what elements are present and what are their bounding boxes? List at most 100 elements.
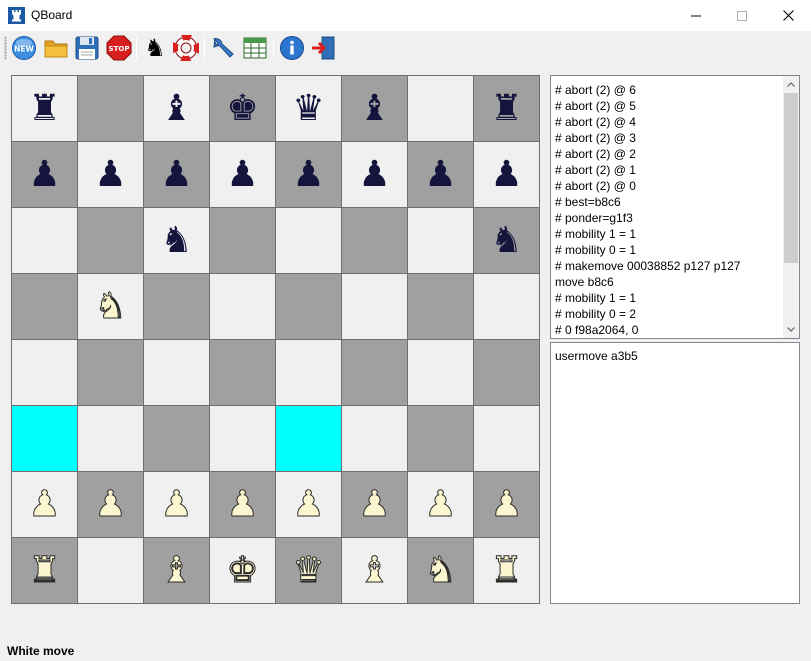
square-h2[interactable]: ♟ <box>474 472 539 537</box>
square-e8[interactable]: ♛ <box>276 76 341 141</box>
white-pawn-icon[interactable]: ♟ <box>358 486 391 523</box>
square-c3[interactable] <box>144 406 209 471</box>
square-h1[interactable]: ♜ <box>474 538 539 603</box>
square-d6[interactable] <box>210 208 275 273</box>
square-d3[interactable] <box>210 406 275 471</box>
square-f2[interactable]: ♟ <box>342 472 407 537</box>
white-pawn-icon[interactable]: ♟ <box>292 486 325 523</box>
square-a3[interactable] <box>12 406 77 471</box>
white-rook-icon[interactable]: ♜ <box>490 552 523 589</box>
white-bishop-icon[interactable]: ♝ <box>160 552 193 589</box>
square-f3[interactable] <box>342 406 407 471</box>
table-button[interactable] <box>242 35 268 61</box>
square-d5[interactable] <box>210 274 275 339</box>
square-a4[interactable] <box>12 340 77 405</box>
settings-button[interactable] <box>210 35 236 61</box>
square-b4[interactable] <box>78 340 143 405</box>
black-knight-icon[interactable]: ♞ <box>490 222 522 259</box>
square-e4[interactable] <box>276 340 341 405</box>
square-b1[interactable] <box>78 538 143 603</box>
toolbar-grip[interactable] <box>4 36 7 60</box>
engine-log[interactable]: # abort (2) @ 6 # abort (2) @ 5 # abort (2… <box>550 75 800 339</box>
black-bishop-icon[interactable]: ♝ <box>160 90 192 127</box>
square-c1[interactable]: ♝ <box>144 538 209 603</box>
scrollbar-thumb[interactable] <box>784 93 798 263</box>
command-input[interactable]: usermove a3b5 <box>550 342 800 604</box>
white-pawn-icon[interactable]: ♟ <box>28 486 61 523</box>
white-rook-icon[interactable]: ♜ <box>28 552 61 589</box>
square-a6[interactable] <box>12 208 77 273</box>
white-knight-icon[interactable]: ♞ <box>94 288 127 325</box>
square-a2[interactable]: ♟ <box>12 472 77 537</box>
new-game-button[interactable]: NEW <box>11 35 37 61</box>
square-b8[interactable] <box>78 76 143 141</box>
white-pawn-icon[interactable]: ♟ <box>490 486 523 523</box>
square-g6[interactable] <box>408 208 473 273</box>
white-bishop-icon[interactable]: ♝ <box>358 552 391 589</box>
square-e1[interactable]: ♛ <box>276 538 341 603</box>
chess-board[interactable]: ♜ ♝ ♚ ♛ ♝ ♜ ♟ ♟ ♟ ♟ ♟ ♟ ♟ ♟ ♞ ♞ ♞ ♟ ♟ ♟ ♟ ♟ ♟ ♟ ♟ ♜ ♝ ♚ ♛ ♝ ♞ ♜ <box>11 75 540 604</box>
square-a1[interactable]: ♜ <box>12 538 77 603</box>
square-d4[interactable] <box>210 340 275 405</box>
minimize-button[interactable] <box>673 0 719 31</box>
square-f1[interactable]: ♝ <box>342 538 407 603</box>
black-queen-icon[interactable]: ♛ <box>292 90 324 127</box>
square-h5[interactable] <box>474 274 539 339</box>
square-c6[interactable]: ♞ <box>144 208 209 273</box>
square-f4[interactable] <box>342 340 407 405</box>
square-b6[interactable] <box>78 208 143 273</box>
black-pawn-icon[interactable]: ♟ <box>424 156 456 193</box>
square-b7[interactable]: ♟ <box>78 142 143 207</box>
white-pawn-icon[interactable]: ♟ <box>160 486 193 523</box>
square-g1[interactable]: ♞ <box>408 538 473 603</box>
square-e6[interactable] <box>276 208 341 273</box>
square-f8[interactable]: ♝ <box>342 76 407 141</box>
square-g7[interactable]: ♟ <box>408 142 473 207</box>
square-e2[interactable]: ♟ <box>276 472 341 537</box>
exit-button[interactable] <box>310 35 336 61</box>
square-c4[interactable] <box>144 340 209 405</box>
close-button[interactable] <box>765 0 811 31</box>
square-d1[interactable]: ♚ <box>210 538 275 603</box>
white-pawn-icon[interactable]: ♟ <box>226 486 259 523</box>
square-e5[interactable] <box>276 274 341 339</box>
black-rook-icon[interactable]: ♜ <box>490 90 522 127</box>
square-c7[interactable]: ♟ <box>144 142 209 207</box>
white-queen-icon[interactable]: ♛ <box>292 552 325 589</box>
square-h3[interactable] <box>474 406 539 471</box>
scroll-down-button[interactable] <box>783 321 799 338</box>
square-h7[interactable]: ♟ <box>474 142 539 207</box>
square-e7[interactable]: ♟ <box>276 142 341 207</box>
scroll-up-button[interactable] <box>783 76 799 93</box>
square-b5[interactable]: ♞ <box>78 274 143 339</box>
square-g5[interactable] <box>408 274 473 339</box>
black-pawn-icon[interactable]: ♟ <box>358 156 390 193</box>
black-pawn-icon[interactable]: ♟ <box>292 156 324 193</box>
black-pawn-icon[interactable]: ♟ <box>160 156 192 193</box>
black-knight-icon[interactable]: ♞ <box>160 222 192 259</box>
maximize-button[interactable] <box>719 0 765 31</box>
square-h8[interactable]: ♜ <box>474 76 539 141</box>
log-scrollbar[interactable] <box>783 76 799 338</box>
square-c8[interactable]: ♝ <box>144 76 209 141</box>
black-pawn-icon[interactable]: ♟ <box>28 156 60 193</box>
square-g2[interactable]: ♟ <box>408 472 473 537</box>
square-f7[interactable]: ♟ <box>342 142 407 207</box>
white-knight-icon[interactable]: ♞ <box>424 552 457 589</box>
square-d8[interactable]: ♚ <box>210 76 275 141</box>
black-pawn-icon[interactable]: ♟ <box>226 156 258 193</box>
black-bishop-icon[interactable]: ♝ <box>358 90 390 127</box>
about-button[interactable] <box>279 35 305 61</box>
stop-button[interactable]: STOP <box>106 35 132 61</box>
square-h4[interactable] <box>474 340 539 405</box>
square-d2[interactable]: ♟ <box>210 472 275 537</box>
square-c2[interactable]: ♟ <box>144 472 209 537</box>
square-d7[interactable]: ♟ <box>210 142 275 207</box>
black-pawn-icon[interactable]: ♟ <box>94 156 126 193</box>
square-g4[interactable] <box>408 340 473 405</box>
square-h6[interactable]: ♞ <box>474 208 539 273</box>
square-a5[interactable] <box>12 274 77 339</box>
square-g8[interactable] <box>408 76 473 141</box>
square-c5[interactable] <box>144 274 209 339</box>
square-b3[interactable] <box>78 406 143 471</box>
